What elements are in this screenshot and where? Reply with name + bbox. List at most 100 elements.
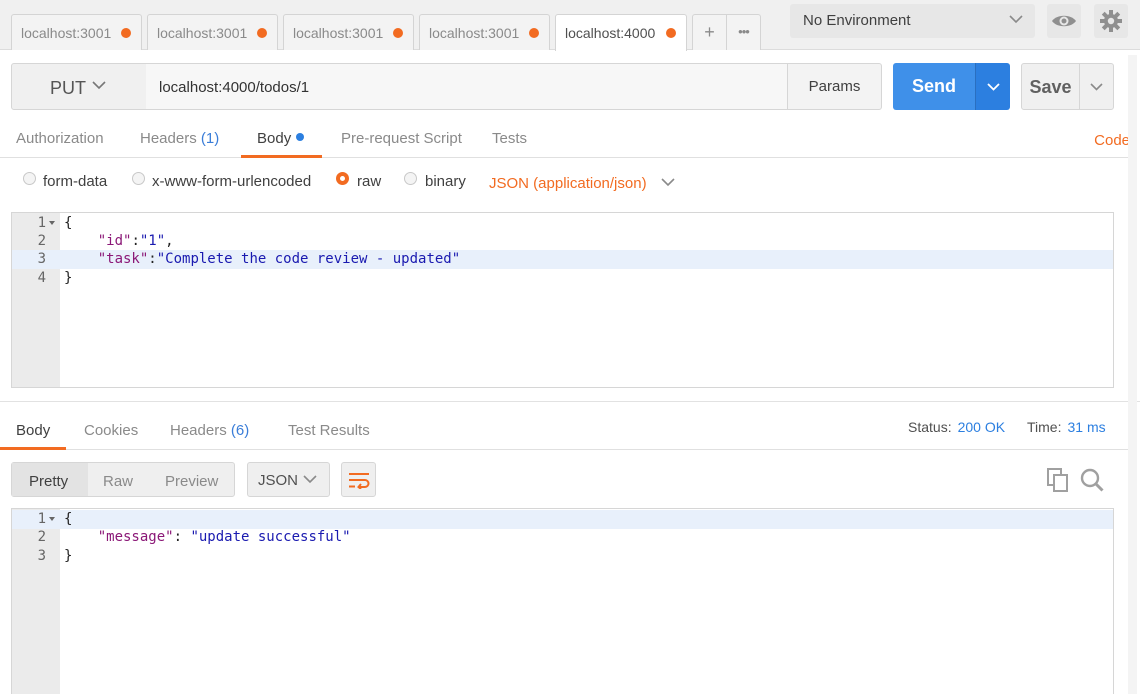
environment-quick-look-button[interactable]: [1047, 4, 1081, 38]
view-raw-button[interactable]: Raw: [103, 473, 133, 490]
view-pretty-button[interactable]: Pretty: [29, 473, 68, 490]
unsaved-dot-icon: [393, 28, 403, 38]
new-tab-button[interactable]: +: [692, 14, 727, 50]
request-tab[interactable]: localhost:3001: [147, 14, 278, 50]
radio-raw[interactable]: [336, 172, 349, 185]
wrap-lines-button[interactable]: [341, 462, 376, 497]
params-label: Params: [808, 78, 861, 95]
ellipsis-icon: •••: [738, 24, 750, 39]
code-line: 4 }: [12, 269, 1113, 288]
line-number: 2: [37, 233, 46, 249]
tab-headers[interactable]: Headers (1): [140, 130, 219, 147]
environment-select[interactable]: No Environment: [790, 4, 1035, 38]
tab-cookies[interactable]: Cookies: [84, 422, 138, 439]
code-line: 3 }: [12, 547, 1113, 566]
url-input[interactable]: localhost:4000/todos/1: [146, 63, 788, 110]
params-button[interactable]: Params: [787, 63, 882, 110]
unsaved-dot-icon: [666, 28, 676, 38]
fold-toggle-icon[interactable]: [49, 517, 55, 521]
tab-test-results[interactable]: Test Results: [288, 422, 370, 439]
radio-urlencoded[interactable]: [132, 172, 145, 185]
fold-toggle-icon[interactable]: [49, 221, 55, 225]
generate-code-link[interactable]: Code: [1094, 132, 1130, 149]
chevron-down-icon: [303, 475, 317, 484]
wrap-lines-icon: [348, 472, 369, 489]
plus-icon: +: [704, 22, 715, 42]
tab-response-headers[interactable]: Headers (6): [170, 422, 249, 439]
tab-tests[interactable]: Tests: [492, 130, 527, 147]
response-body-viewer[interactable]: 1 { 2 "message": "update successful" 3 }: [11, 508, 1114, 694]
unsaved-dot-icon: [529, 28, 539, 38]
send-label: Send: [911, 76, 956, 96]
status-value: 200 OK: [957, 419, 1006, 435]
code-line-active: 1 {: [12, 510, 1113, 529]
chevron-down-icon: [986, 82, 1000, 91]
code-line: 2 "message": "update successful": [12, 528, 1113, 547]
tab-options-button[interactable]: •••: [726, 14, 761, 50]
status-label: Status:: [908, 419, 952, 435]
tab-prerequest-script[interactable]: Pre-request Script: [341, 130, 462, 147]
request-tab[interactable]: localhost:3001: [11, 14, 142, 50]
content-type-select[interactable]: JSON (application/json): [489, 175, 675, 192]
line-number: 4: [37, 270, 46, 286]
response-format-select[interactable]: JSON: [247, 462, 330, 497]
eye-icon: [1052, 15, 1076, 27]
radio-label: raw: [357, 173, 382, 190]
gear-icon: [1100, 10, 1122, 32]
send-button[interactable]: Send: [893, 63, 975, 110]
code-text: {: [64, 215, 73, 231]
send-options-button[interactable]: [975, 63, 1010, 110]
radio-form-data[interactable]: [23, 172, 36, 185]
tab-body-label: Body: [257, 130, 292, 147]
tab-authorization[interactable]: Authorization: [16, 130, 104, 147]
tab-label: localhost:3001: [157, 25, 248, 41]
method-select[interactable]: PUT: [11, 63, 147, 110]
response-format-value: JSON: [258, 472, 299, 489]
chevron-down-icon: [1090, 82, 1103, 91]
line-number: 3: [37, 548, 46, 564]
save-button[interactable]: Save: [1021, 63, 1080, 110]
time-value: 31 ms: [1067, 419, 1106, 435]
page-scrollbar[interactable]: [1128, 55, 1137, 694]
code-text: "id":"1",: [97, 233, 174, 249]
line-number: 1: [37, 215, 46, 231]
request-body-editor[interactable]: 1 { 2 "id":"1", 3 "task":"Complete the c…: [11, 212, 1114, 388]
code-text: "task":"Complete the code review - updat…: [97, 251, 461, 267]
request-tab-bar: localhost:3001 localhost:3001 localhost:…: [0, 0, 1140, 51]
request-tab-active[interactable]: localhost:4000: [555, 14, 687, 51]
url-value: localhost:4000/todos/1: [159, 79, 310, 96]
body-type-options: form-data x-www-form-urlencoded raw bina…: [20, 170, 720, 194]
tab-label: localhost:3001: [21, 25, 112, 41]
code-text: {: [64, 511, 73, 527]
save-options-button[interactable]: [1079, 63, 1114, 110]
line-number: 1: [37, 511, 46, 527]
content-type-value: JSON (application/json): [489, 175, 647, 192]
code-line: 1 {: [12, 214, 1113, 233]
chevron-down-icon: [661, 178, 675, 187]
response-section-tabs: Body Cookies Headers (6) Test Results St…: [0, 410, 1130, 450]
active-tab-indicator: [0, 447, 66, 450]
view-preview-button[interactable]: Preview: [165, 473, 218, 490]
radio-binary[interactable]: [404, 172, 417, 185]
chevron-down-icon: [92, 81, 106, 90]
tab-body[interactable]: Body: [257, 130, 305, 147]
section-divider: [0, 401, 1140, 402]
headers-count-badge: (1): [200, 130, 220, 147]
save-label: Save: [1029, 77, 1072, 97]
chevron-down-icon: [1009, 15, 1023, 24]
request-tab[interactable]: localhost:3001: [283, 14, 414, 50]
code-text: }: [64, 270, 73, 286]
line-number: 3: [37, 251, 46, 267]
request-section-tabs: Authorization Headers (1) Body Pre-reque…: [0, 118, 1130, 158]
radio-label: form-data: [43, 173, 108, 190]
code-text: }: [64, 548, 73, 564]
line-number: 2: [37, 529, 46, 545]
radio-label: binary: [425, 173, 466, 190]
radio-label: x-www-form-urlencoded: [152, 173, 312, 190]
code-text: "message": "update successful": [97, 529, 351, 545]
settings-button[interactable]: [1094, 4, 1128, 38]
request-tab[interactable]: localhost:3001: [419, 14, 550, 50]
search-icon[interactable]: [1080, 468, 1104, 492]
tab-response-body[interactable]: Body: [16, 422, 50, 439]
copy-icon[interactable]: [1047, 468, 1069, 492]
